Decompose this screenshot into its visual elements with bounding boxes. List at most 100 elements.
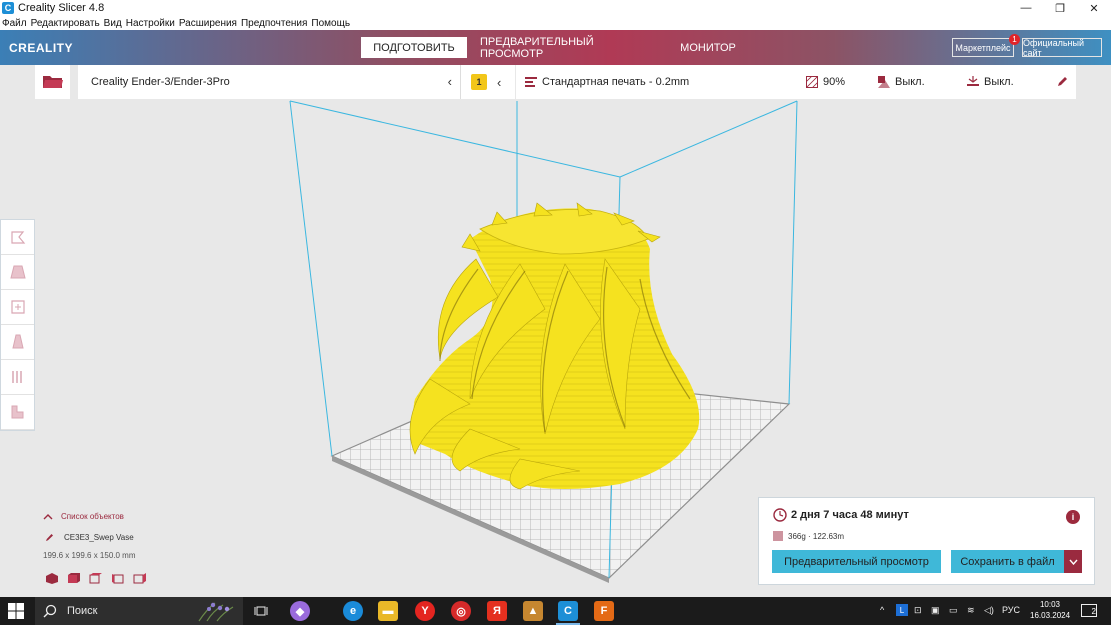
chevron-left-icon[interactable]: ‹ (497, 75, 501, 90)
print-time: 2 дня 7 часа 48 минут (773, 508, 909, 522)
warnings-selector[interactable]: 1 ‹ (460, 65, 515, 99)
object-dimensions: 199.6 x 199.6 x 150.0 mm (43, 551, 136, 560)
vlc-icon[interactable]: ▲ (523, 601, 543, 621)
edge-browser-icon[interactable]: e (343, 601, 363, 621)
menu-help[interactable]: Помощь (311, 18, 350, 29)
official-site-button[interactable]: Официальный сайт (1022, 38, 1102, 58)
search-icon (43, 604, 57, 618)
menu-edit[interactable]: Редактировать (31, 18, 100, 29)
infill-icon (806, 76, 818, 88)
tray-device-icon[interactable]: ⊡ (914, 605, 922, 616)
rotate-icon (10, 300, 25, 314)
taskbar-search[interactable]: Поиск (35, 597, 243, 625)
app-icon: C (2, 2, 14, 14)
per-model-settings-icon (11, 371, 22, 383)
preview-button[interactable]: Предварительный просмотр (772, 550, 941, 573)
view-3d-icon[interactable] (45, 572, 59, 584)
chevron-left-icon[interactable]: ‹ (448, 74, 452, 89)
view-left-icon[interactable] (111, 572, 125, 584)
scale-tool-button[interactable] (1, 255, 34, 290)
tab-preview[interactable]: ПРЕДВАРИТЕЛЬНЫЙ ПРОСМОТР (480, 36, 652, 60)
minimize-button[interactable]: — (1009, 0, 1043, 16)
windows-start-icon[interactable] (8, 603, 24, 619)
object-list-item[interactable]: CE3E3_Swep Vase (45, 533, 134, 542)
search-placeholder: Поиск (67, 605, 98, 617)
view-right-icon[interactable] (133, 572, 147, 584)
menu-file[interactable]: Файл (2, 18, 27, 29)
opera-gx-icon[interactable]: ◎ (451, 601, 471, 621)
infill-setting[interactable]: 90% (806, 76, 845, 88)
task-view-icon[interactable] (251, 601, 271, 621)
lavender-widget-icon (198, 602, 234, 622)
move-icon (10, 231, 25, 244)
view-front-icon[interactable] (67, 572, 81, 584)
chevron-up-icon (43, 514, 53, 520)
open-file-button[interactable] (35, 65, 70, 99)
volume-icon[interactable]: ◁) (984, 605, 994, 616)
system-clock[interactable]: 10:03 16.03.2024 (1030, 599, 1070, 621)
window-title: Creality Slicer 4.8 (18, 2, 105, 14)
move-tool-button[interactable] (1, 220, 34, 255)
info-icon[interactable]: i (1066, 510, 1080, 524)
marketplace-notification-badge: 1 (1009, 34, 1020, 45)
edit-pencil-icon[interactable] (1057, 76, 1068, 87)
menu-view[interactable]: Вид (104, 18, 122, 29)
object-list-label: Список объектов (61, 512, 124, 521)
print-time-value: 2 дня 7 часа 48 минут (791, 509, 909, 521)
print-settings-panel[interactable]: Стандартная печать - 0.2mm 90% Выкл. Вык… (516, 65, 1076, 99)
tab-prepare[interactable]: ПОДГОТОВИТЬ (361, 37, 467, 58)
per-model-settings-button[interactable] (1, 360, 34, 395)
view-top-icon[interactable] (89, 572, 103, 584)
close-button[interactable]: ✕ (1077, 0, 1111, 16)
marketplace-button[interactable]: Маркетплейс (952, 38, 1014, 57)
scale-icon (9, 265, 26, 279)
support-icon (878, 76, 890, 88)
support-blocker-button[interactable] (1, 395, 34, 430)
menu-extensions[interactable]: Расширения (179, 18, 237, 29)
language-indicator[interactable]: РУС (1002, 605, 1020, 615)
save-options-dropdown[interactable] (1064, 550, 1082, 573)
notification-center-icon[interactable]: 2 (1081, 604, 1097, 617)
wifi-icon[interactable]: ≋ (967, 605, 975, 616)
app-header: CREALITY ПОДГОТОВИТЬ ПРЕДВАРИТЕЛЬНЫЙ ПРО… (0, 30, 1111, 65)
file-explorer-icon[interactable]: ▬ (378, 601, 398, 621)
save-to-file-button[interactable]: Сохранить в файл (951, 550, 1064, 573)
title-bar: C Creality Slicer 4.8 — ❐ ✕ (0, 0, 1111, 16)
adhesion-setting[interactable]: Выкл. (967, 76, 1014, 88)
mirror-icon (11, 334, 24, 349)
tray-screen-icon[interactable]: ▣ (931, 605, 940, 616)
alice-icon[interactable]: ◆ (290, 601, 310, 621)
notification-count: 2 (1091, 607, 1096, 616)
menu-settings[interactable]: Настройки (126, 18, 175, 29)
tab-monitor[interactable]: МОНИТОР (672, 37, 744, 58)
material-usage: 366g · 122.63m (773, 531, 844, 541)
material-usage-value: 366g · 122.63m (788, 531, 845, 541)
tray-app-icon[interactable]: L (896, 604, 908, 616)
left-tool-strip (0, 219, 35, 431)
yandex-icon[interactable]: Я (487, 601, 507, 621)
maximize-button[interactable]: ❐ (1043, 0, 1077, 16)
infill-value: 90% (823, 76, 846, 88)
support-value: Выкл. (895, 76, 925, 88)
menu-bar: Файл Редактировать Вид Настройки Расшире… (0, 16, 1111, 30)
vase-model (409, 202, 700, 490)
support-setting[interactable]: Выкл. (878, 76, 925, 88)
tray-chevron-up-icon[interactable]: ^ (880, 605, 884, 615)
creality-logo: CREALITY (9, 41, 73, 55)
camera-view-buttons (45, 572, 147, 584)
rotate-tool-button[interactable] (1, 290, 34, 325)
clock-icon (773, 508, 787, 522)
clock-time: 10:03 (1039, 600, 1061, 609)
yandex-browser-icon[interactable]: Y (415, 601, 435, 621)
flashprint-icon[interactable]: F (594, 601, 614, 621)
object-list-toggle[interactable]: Список объектов (43, 512, 124, 521)
mirror-tool-button[interactable] (1, 325, 34, 360)
menu-preferences[interactable]: Предпочтения (241, 18, 307, 29)
object-name: CE3E3_Swep Vase (64, 533, 134, 542)
chevron-down-icon (1068, 559, 1078, 565)
warning-icon: 1 (471, 74, 487, 90)
creality-slicer-taskbar-icon[interactable]: C (558, 601, 578, 621)
tray-display-icon[interactable]: ▭ (949, 605, 958, 616)
clock-date: 16.03.2024 (1030, 611, 1071, 620)
printer-selector[interactable]: Creality Ender-3/Ender-3Pro ‹ (78, 65, 460, 99)
